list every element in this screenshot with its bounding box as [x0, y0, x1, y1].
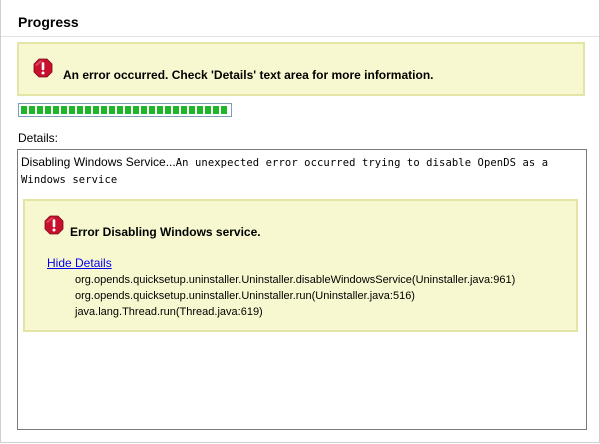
progress-bar — [18, 103, 232, 117]
stack-trace-line: org.opends.quicksetup.uninstaller.Uninst… — [75, 274, 516, 286]
error-banner-message: An error occurred. Check 'Details' text … — [63, 68, 434, 82]
details-label: Details: — [18, 131, 59, 145]
panel-title: Progress — [18, 14, 79, 30]
details-message-prefix: Disabling Windows Service... — [21, 155, 176, 169]
error-details-box: Error Disabling Windows service. Hide De… — [23, 199, 578, 332]
error-icon — [33, 58, 53, 78]
progress-panel: Progress An error occurred. Check 'Detai… — [0, 0, 600, 443]
hide-details-link[interactable]: Hide Details — [47, 256, 112, 270]
details-text-area[interactable]: Disabling Windows Service...An unexpecte… — [17, 149, 587, 430]
error-details-title: Error Disabling Windows service. — [70, 225, 261, 239]
error-banner: An error occurred. Check 'Details' text … — [17, 42, 585, 96]
title-divider — [1, 36, 599, 37]
stack-trace-line: org.opends.quicksetup.uninstaller.Uninst… — [75, 290, 415, 302]
stack-trace-line: java.lang.Thread.run(Thread.java:619) — [75, 306, 263, 318]
progress-bar-fill — [21, 106, 229, 114]
details-message: Disabling Windows Service...An unexpecte… — [21, 154, 576, 189]
stack-trace: org.opends.quicksetup.uninstaller.Uninst… — [75, 272, 515, 320]
error-icon — [44, 215, 64, 235]
